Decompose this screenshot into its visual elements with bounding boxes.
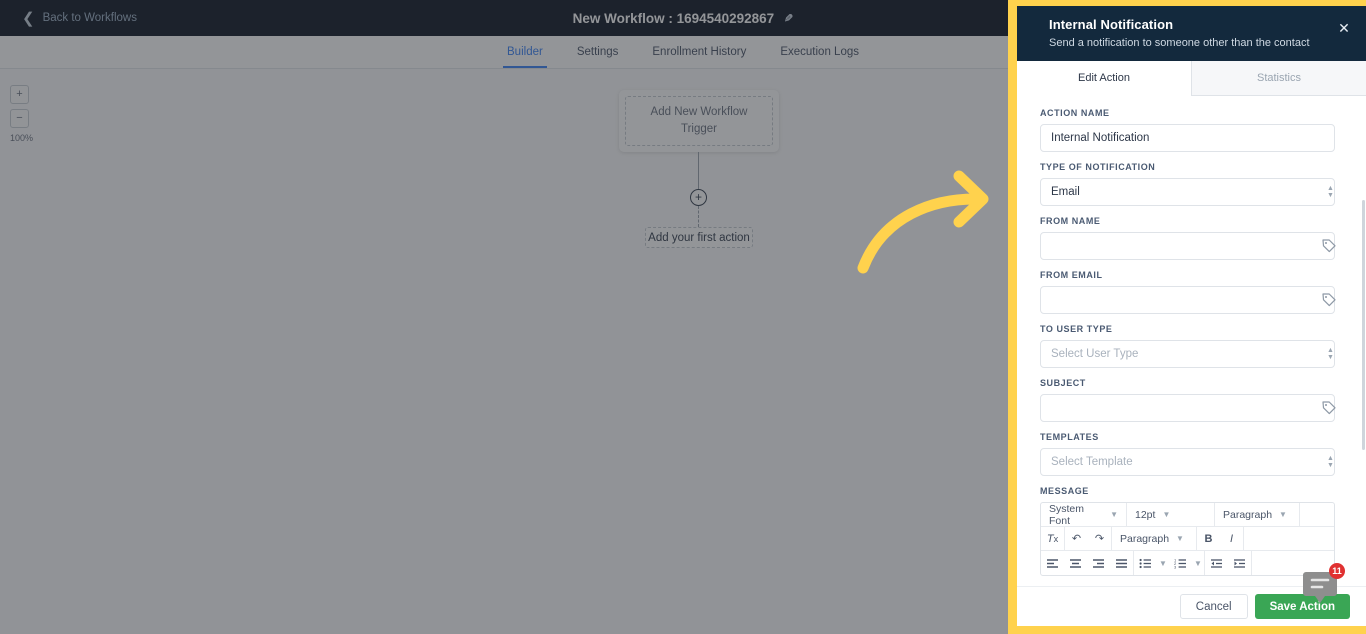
from-name-label: FROM NAME (1040, 216, 1101, 226)
bullet-list-icon[interactable] (1134, 551, 1157, 575)
tag-icon[interactable] (1321, 400, 1337, 416)
block-format-select-2[interactable]: Paragraph ▼ (1112, 527, 1197, 550)
stepper-icon[interactable]: ▲ ▼ (1326, 346, 1335, 362)
tab-statistics[interactable]: Statistics (1191, 61, 1366, 96)
tag-icon[interactable] (1321, 238, 1337, 254)
panel-title: Internal Notification (1049, 17, 1174, 32)
cancel-button[interactable]: Cancel (1179, 594, 1248, 619)
chevron-down-icon: ▼ (1110, 510, 1118, 519)
chevron-down-icon: ▼ (1176, 534, 1184, 543)
bullet-list-chevron-down-icon[interactable]: ▼ (1157, 551, 1169, 575)
message-label: MESSAGE (1040, 486, 1089, 496)
editor-toolbar-row-3: ▼ 123 ▼ (1041, 551, 1334, 575)
tab-edit-action[interactable]: Edit Action (1017, 61, 1191, 96)
align-left-icon[interactable] (1041, 551, 1064, 575)
bold-italic-group: B I (1197, 527, 1244, 550)
field-from-name: FROM NAME (1040, 216, 1346, 260)
stepper-icon[interactable]: ▲ ▼ (1326, 454, 1335, 470)
panel-subtitle: Send a notification to someone other tha… (1049, 37, 1310, 49)
font-size-select[interactable]: 12pt ▼ (1127, 503, 1215, 526)
numbered-list-chevron-down-icon[interactable]: ▼ (1192, 551, 1204, 575)
list-group: ▼ 123 ▼ (1134, 551, 1205, 575)
align-right-icon[interactable] (1087, 551, 1110, 575)
field-subject: SUBJECT (1040, 378, 1346, 422)
block-format-select[interactable]: Paragraph ▼ (1215, 503, 1300, 526)
font-family-select[interactable]: System Font ▼ (1041, 503, 1127, 527)
bold-button[interactable]: B (1197, 527, 1220, 550)
internal-notification-panel: Internal Notification Send a notificatio… (1017, 6, 1366, 626)
align-center-icon[interactable] (1064, 551, 1087, 575)
field-message: MESSAGE System Font ▼ 12pt ▼ Paragraph ▼… (1040, 486, 1346, 576)
outdent-icon[interactable] (1205, 551, 1228, 575)
toolbar-row-1-spacer (1300, 503, 1334, 526)
field-templates: TEMPLATES Select Template ▲ ▼ (1040, 432, 1346, 476)
to-user-type-select[interactable]: Select User Type (1040, 340, 1335, 368)
svg-text:3: 3 (1174, 564, 1177, 569)
numbered-list-icon[interactable]: 123 (1169, 551, 1192, 575)
field-type-of-notification: TYPE OF NOTIFICATION Email ▲ ▼ (1040, 162, 1346, 206)
action-name-input[interactable] (1040, 124, 1335, 152)
history-group: ↶ ↷ (1065, 527, 1112, 550)
panel-body: ACTION NAME TYPE OF NOTIFICATION Email ▲… (1017, 96, 1366, 586)
templates-select[interactable]: Select Template (1040, 448, 1335, 476)
tag-icon[interactable] (1321, 292, 1337, 308)
message-rich-text-editor[interactable]: System Font ▼ 12pt ▼ Paragraph ▼ T x ↶ ↷… (1040, 502, 1335, 576)
chat-widget[interactable]: 11 (1297, 563, 1345, 612)
indent-group (1205, 551, 1252, 575)
clear-format-group: Tx (1041, 527, 1065, 550)
editor-toolbar-row-1: System Font ▼ 12pt ▼ Paragraph ▼ (1041, 503, 1334, 527)
chat-unread-badge: 11 (1329, 563, 1345, 579)
from-email-input[interactable] (1040, 286, 1335, 314)
clear-formatting-icon[interactable]: Tx (1041, 527, 1064, 550)
from-name-input[interactable] (1040, 232, 1335, 260)
subject-input[interactable] (1040, 394, 1335, 422)
close-icon[interactable]: ✕ (1336, 20, 1352, 36)
align-justify-icon[interactable] (1110, 551, 1133, 575)
panel-header: Internal Notification Send a notificatio… (1017, 6, 1366, 61)
undo-icon[interactable]: ↶ (1065, 527, 1088, 550)
field-to-user-type: TO USER TYPE Select User Type ▲ ▼ (1040, 324, 1346, 368)
type-of-notification-label: TYPE OF NOTIFICATION (1040, 162, 1156, 172)
panel-scrollbar[interactable] (1362, 200, 1365, 450)
to-user-type-label: TO USER TYPE (1040, 324, 1113, 334)
action-name-label: ACTION NAME (1040, 108, 1110, 118)
highlight-frame: Internal Notification Send a notificatio… (1008, 0, 1366, 634)
italic-button[interactable]: I (1220, 527, 1243, 550)
field-from-email: FROM EMAIL (1040, 270, 1346, 314)
alignment-group (1041, 551, 1134, 575)
curved-arrow-right-icon (857, 170, 989, 274)
stepper-icon[interactable]: ▲ ▼ (1326, 184, 1335, 200)
field-action-name: ACTION NAME (1040, 108, 1346, 152)
toolbar-row-2-spacer (1244, 527, 1334, 550)
chevron-down-icon: ▼ (1162, 510, 1171, 519)
from-email-label: FROM EMAIL (1040, 270, 1103, 280)
templates-label: TEMPLATES (1040, 432, 1099, 442)
indent-icon[interactable] (1228, 551, 1251, 575)
type-of-notification-select[interactable]: Email (1040, 178, 1335, 206)
redo-icon[interactable]: ↷ (1088, 527, 1111, 550)
panel-tabs: Edit Action Statistics (1017, 61, 1366, 96)
editor-toolbar-row-2: Tx ↶ ↷ Paragraph ▼ B I (1041, 527, 1334, 551)
chevron-down-icon: ▼ (1279, 510, 1287, 519)
subject-label: SUBJECT (1040, 378, 1086, 388)
